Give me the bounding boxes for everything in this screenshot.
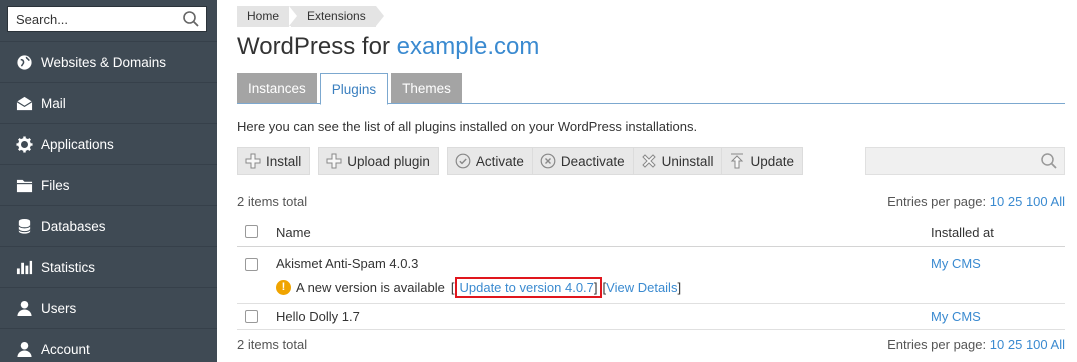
- upload-plugin-button[interactable]: Upload plugin: [318, 147, 439, 175]
- cross-icon: [641, 153, 657, 169]
- sidebar-item-databases[interactable]: Databases: [0, 205, 217, 246]
- sidebar-item-label: Websites & Domains: [41, 54, 167, 70]
- sidebar-nav: Websites & Domains Mail Applications Fil…: [0, 41, 217, 362]
- list-search[interactable]: [865, 147, 1065, 175]
- sidebar-search[interactable]: [7, 6, 207, 32]
- sidebar: Websites & Domains Mail Applications Fil…: [0, 0, 217, 362]
- sidebar-item-websites-domains[interactable]: Websites & Domains: [0, 41, 217, 82]
- page-title-prefix: WordPress for: [237, 33, 397, 60]
- tab-bar: Instances Plugins Themes: [237, 73, 1065, 105]
- table-row: Hello Dolly 1.7 My CMS: [237, 304, 1065, 330]
- tab-plugins[interactable]: Plugins: [319, 73, 389, 105]
- select-all-checkbox[interactable]: [245, 225, 258, 238]
- sidebar-item-label: Mail: [41, 95, 66, 111]
- arrow-up-icon: [729, 153, 745, 169]
- bracket-close: ]: [677, 280, 682, 295]
- entries-per-page-bottom: Entries per page: 10 25 100 All: [887, 337, 1065, 352]
- main-content: Home Extensions WordPress for example.co…: [237, 0, 1065, 362]
- sidebar-item-label: Account: [41, 341, 90, 357]
- sidebar-item-account[interactable]: Account: [0, 328, 217, 362]
- update-notice: ! A new version is available [Update to …: [276, 277, 681, 298]
- database-icon: [15, 217, 33, 235]
- page-title-domain-link[interactable]: example.com: [397, 33, 540, 60]
- sidebar-item-statistics[interactable]: Statistics: [0, 246, 217, 287]
- entries-100-link[interactable]: 100: [1026, 337, 1048, 352]
- sidebar-item-label: Databases: [41, 218, 106, 234]
- entries-all-link[interactable]: All: [1051, 337, 1065, 352]
- folder-icon: [15, 176, 33, 194]
- sidebar-item-label: Applications: [41, 136, 114, 152]
- plugin-name: Akismet Anti-Spam 4.0.3: [276, 256, 419, 271]
- search-icon[interactable]: [1040, 152, 1058, 170]
- column-header-installed-at[interactable]: Installed at: [931, 225, 994, 240]
- sidebar-item-label: Statistics: [41, 259, 96, 275]
- row-checkbox[interactable]: [245, 310, 258, 323]
- plugin-name: Hello Dolly 1.7: [276, 309, 360, 324]
- table-row: Akismet Anti-Spam 4.0.3 My CMS ! A new v…: [237, 247, 1065, 304]
- page-title: WordPress for example.com: [237, 33, 539, 61]
- breadcrumb-home[interactable]: Home: [237, 6, 298, 27]
- installed-at-link[interactable]: My CMS: [931, 256, 981, 271]
- column-header-name[interactable]: Name: [276, 225, 311, 240]
- entries-10-link[interactable]: 10: [990, 194, 1004, 209]
- deactivate-button-label: Deactivate: [560, 153, 625, 169]
- install-button-label: Install: [266, 153, 302, 169]
- entries-per-page-top: Entries per page: 10 25 100 All: [887, 194, 1065, 209]
- uninstall-button-label: Uninstall: [661, 153, 714, 169]
- sidebar-item-label: Users: [41, 300, 77, 316]
- view-details-link[interactable]: View Details: [606, 280, 677, 295]
- entries-per-page-label: Entries per page:: [887, 194, 987, 209]
- install-button[interactable]: Install: [237, 147, 311, 175]
- plugins-table: Name Installed at Akismet Anti-Spam 4.0.…: [237, 217, 1065, 330]
- search-icon[interactable]: [182, 10, 200, 28]
- warning-icon: !: [276, 280, 291, 295]
- breadcrumb-extensions[interactable]: Extensions: [289, 6, 384, 27]
- update-link-highlight: Update to version 4.0.7]: [455, 277, 602, 298]
- row-checkbox[interactable]: [245, 258, 258, 271]
- plus-icon: [326, 153, 342, 169]
- bracket-close: ]: [593, 280, 598, 295]
- entries-per-page-label: Entries per page:: [887, 337, 987, 352]
- upload-plugin-button-label: Upload plugin: [347, 153, 430, 169]
- tab-themes[interactable]: Themes: [391, 73, 462, 103]
- update-button-label: Update: [750, 153, 794, 169]
- check-circle-icon: [455, 153, 471, 169]
- activate-button-label: Activate: [475, 153, 524, 169]
- installed-at-link[interactable]: My CMS: [931, 309, 981, 324]
- user-icon: [15, 299, 33, 317]
- items-total-top: 2 items total: [237, 194, 308, 209]
- page-description: Here you can see the list of all plugins…: [237, 119, 698, 134]
- update-to-version-link[interactable]: Update to version 4.0.7: [459, 280, 593, 295]
- search-input[interactable]: [8, 7, 176, 31]
- deactivate-button[interactable]: Deactivate: [531, 147, 633, 175]
- tab-instances[interactable]: Instances: [237, 73, 317, 103]
- globe-icon: [15, 53, 33, 71]
- update-notice-text: A new version is available: [296, 280, 445, 295]
- uninstall-button[interactable]: Uninstall: [632, 147, 722, 175]
- toolbar: Install Upload plugin Activate Deactivat…: [237, 147, 803, 175]
- entries-100-link[interactable]: 100: [1026, 194, 1048, 209]
- sidebar-item-files[interactable]: Files: [0, 164, 217, 205]
- list-search-input[interactable]: [866, 148, 1036, 174]
- account-icon: [15, 340, 33, 358]
- breadcrumb: Home Extensions: [237, 6, 386, 27]
- sidebar-item-users[interactable]: Users: [0, 287, 217, 328]
- table-header: Name Installed at: [237, 217, 1065, 247]
- items-total-bottom: 2 items total: [237, 337, 308, 352]
- gear-icon: [15, 135, 33, 153]
- activate-button[interactable]: Activate: [446, 147, 532, 175]
- sidebar-item-applications[interactable]: Applications: [0, 123, 217, 164]
- entries-25-link[interactable]: 25: [1008, 194, 1022, 209]
- x-circle-icon: [540, 153, 556, 169]
- bar-chart-icon: [15, 258, 33, 276]
- sidebar-item-mail[interactable]: Mail: [0, 82, 217, 123]
- update-button[interactable]: Update: [721, 147, 803, 175]
- bracket-open: [: [450, 280, 455, 295]
- entries-all-link[interactable]: All: [1051, 194, 1065, 209]
- entries-10-link[interactable]: 10: [990, 337, 1004, 352]
- mail-icon: [15, 94, 33, 112]
- entries-25-link[interactable]: 25: [1008, 337, 1022, 352]
- plus-icon: [245, 153, 261, 169]
- sidebar-item-label: Files: [41, 177, 70, 193]
